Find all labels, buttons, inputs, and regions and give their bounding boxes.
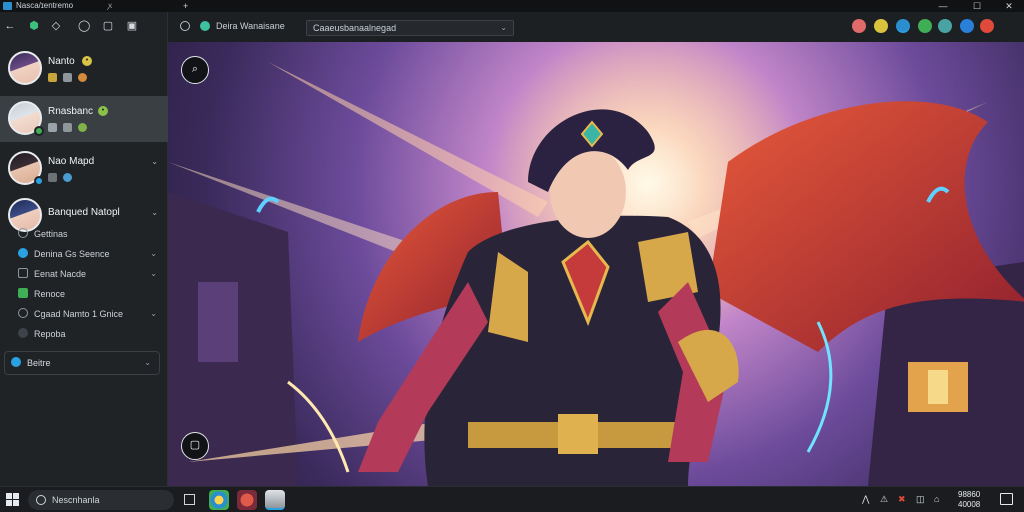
window-icon[interactable]: ▣ [126, 20, 138, 32]
channel-icon [18, 268, 28, 278]
pin-icon [48, 73, 57, 82]
close-window-button[interactable]: ✕ [998, 0, 1020, 12]
chat-group[interactable]: Banqued Natopl ⌄ [0, 196, 168, 232]
chat-name: Nao Mapd [48, 156, 95, 167]
taskbar-app-browser[interactable] [209, 490, 229, 510]
chevron-icon[interactable]: ⌄ [151, 157, 158, 166]
channel-icon [18, 328, 28, 338]
avatar [8, 51, 42, 85]
sidebar-footer-select[interactable]: Beitre ⌄ [4, 351, 160, 375]
chevron-down-icon: ⌄ [500, 23, 507, 32]
window-title: Nasca/ɪentremo [16, 1, 74, 10]
chat-icon[interactable] [180, 21, 190, 31]
tab-close-button[interactable]: ꭗ [108, 0, 112, 12]
taskbar: Nescnhanla ⋀ ⚠ ✖ ◫ ⌂ 98860 40008 [0, 486, 1024, 512]
taskbar-search[interactable]: Nescnhanla [28, 490, 174, 510]
chevron-icon[interactable]: ⌄ [150, 266, 157, 282]
online-indicator [34, 176, 44, 186]
clock-date: 40008 [958, 500, 981, 509]
sub-item[interactable]: Repoba [18, 326, 163, 342]
reaction-icon [63, 173, 72, 182]
main-header: Deira Wanaisane Caaeusbanaalnegad ⌄ [168, 12, 1024, 42]
status-badge: • [98, 106, 108, 116]
tray-network-icon[interactable]: ◫ [916, 494, 925, 505]
canvas-action-button[interactable]: ▢ [181, 432, 209, 460]
clock[interactable]: 98860 40008 [958, 490, 980, 510]
channel-icon [18, 228, 28, 238]
maximize-button[interactable]: ☐ [966, 0, 988, 12]
online-indicator [34, 126, 44, 136]
channel-select-value: Caaeusbanaalnegad [313, 23, 397, 33]
tray-error-icon[interactable]: ✖ [898, 494, 906, 505]
chat-meta [48, 173, 78, 184]
chat-item[interactable]: Nanto • [0, 46, 168, 92]
sidebar-toolbar: ← ⬢ ◇ ◯ ▢ ▣ [0, 12, 168, 42]
star-icon[interactable] [960, 19, 974, 33]
title-bar: Nasca/ɪentremo ꭗ + — ☐ ✕ [0, 0, 1024, 12]
chat-name: Rnasbanc [48, 106, 94, 117]
image-canvas: ⌕ ▢ [168, 42, 1024, 486]
globe-icon[interactable] [896, 19, 910, 33]
footer-label: Beitre [27, 358, 51, 368]
zoom-button[interactable]: ⌕ [181, 56, 209, 84]
chat-meta [48, 73, 93, 84]
chat-name: Banqued Natopl [48, 207, 120, 218]
channel-icon [18, 248, 28, 258]
pin-icon [48, 123, 57, 132]
sub-item[interactable]: Gettinas [18, 226, 163, 242]
sub-item[interactable]: Eenat Nacde ⌄ [18, 266, 163, 282]
chat-meta [48, 123, 93, 134]
leaf-icon[interactable] [918, 19, 932, 33]
sub-item[interactable]: Denina Gs Seence ⌄ [18, 246, 163, 262]
anime-hero-artwork [168, 42, 1024, 486]
notifications-icon[interactable] [1000, 493, 1013, 505]
chat-item[interactable]: Nao Mapd ⌄ [0, 146, 168, 192]
task-view-icon[interactable] [184, 494, 195, 505]
tray-up-icon[interactable]: ⋀ [862, 494, 869, 505]
start-button[interactable] [6, 493, 20, 507]
sub-item[interactable]: Renoce [18, 286, 163, 302]
pin-icon [48, 173, 57, 182]
close-circle-icon[interactable] [980, 19, 994, 33]
channel-select[interactable]: Caaeusbanaalnegad ⌄ [306, 20, 514, 36]
clock-time: 98860 [958, 490, 981, 499]
new-tab-button[interactable]: + [183, 0, 188, 12]
sub-item[interactable]: Cgaad Namto 1 Gnice ⌄ [18, 306, 163, 322]
avatar-icon[interactable] [852, 19, 866, 33]
reaction-icon [78, 73, 87, 82]
grid-icon[interactable] [938, 19, 952, 33]
tray-volume-icon[interactable]: ⌂ [934, 494, 939, 504]
chevron-down-icon: ⌄ [144, 358, 151, 367]
emoji-icon[interactable] [874, 19, 888, 33]
sidebar: ← ⬢ ◇ ◯ ▢ ▣ Nanto • Rnasbanc • Nao Mapd … [0, 12, 168, 486]
tray-warning-icon[interactable]: ⚠ [880, 494, 888, 505]
chat-item-selected[interactable]: Rnasbanc • [0, 96, 168, 142]
diamond-icon[interactable]: ◇ [50, 20, 62, 32]
search-icon [36, 495, 46, 505]
chevron-icon[interactable]: ⌄ [150, 306, 157, 322]
back-icon[interactable]: ← [4, 20, 16, 32]
people-icon [63, 123, 72, 132]
chat-icon[interactable]: ◯ [78, 20, 90, 32]
channel-icon [18, 288, 28, 298]
compose-icon[interactable]: ▢ [102, 20, 114, 32]
shield-icon[interactable]: ⬢ [28, 20, 40, 32]
chat-name: Nanto [48, 56, 75, 67]
channel-icon [18, 308, 28, 318]
status-badge: • [82, 56, 92, 66]
reaction-icon [78, 123, 87, 132]
minimize-button[interactable]: — [932, 0, 954, 12]
chevron-icon[interactable]: ⌄ [150, 246, 157, 262]
taskbar-app-game[interactable] [237, 490, 257, 510]
chevron-icon[interactable]: ⌄ [151, 208, 158, 217]
status-icon [200, 21, 210, 31]
taskbar-search-text: Nescnhanla [52, 495, 100, 505]
workspace-icon [11, 357, 21, 367]
header-label: Deira Wanaisane [216, 21, 285, 31]
taskbar-app-chat[interactable] [265, 490, 285, 510]
app-icon [3, 2, 12, 10]
people-icon [63, 73, 72, 82]
